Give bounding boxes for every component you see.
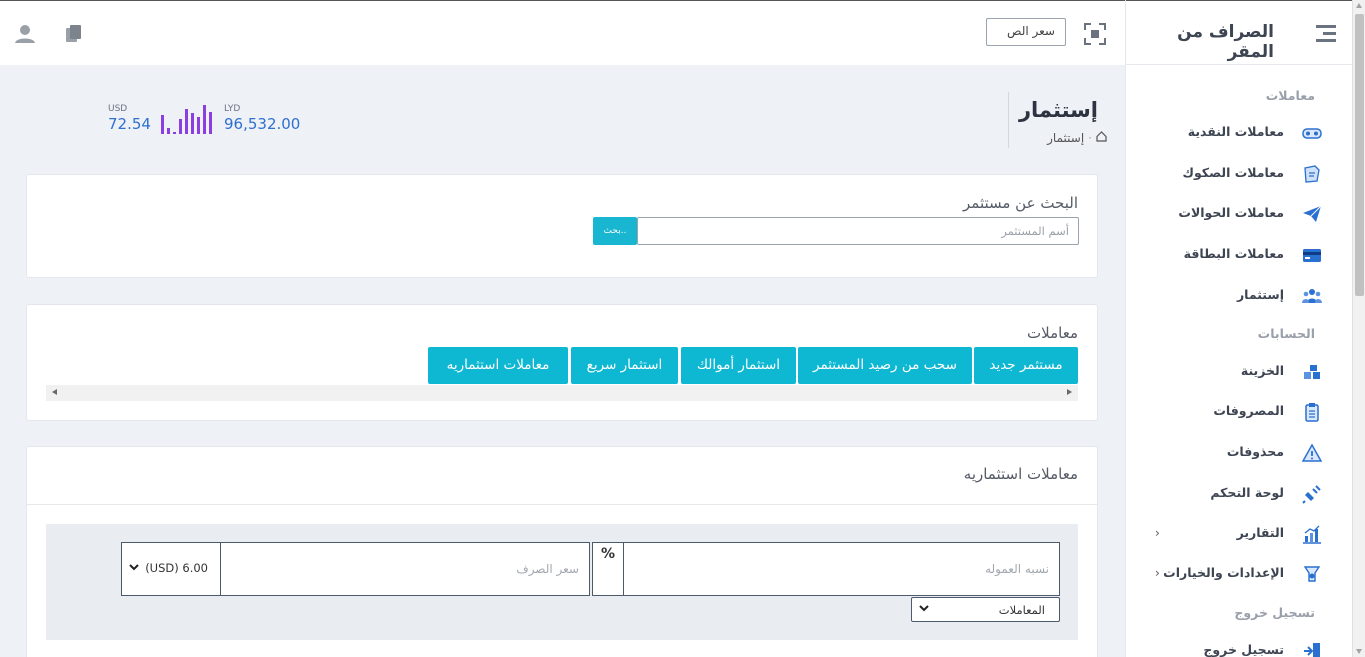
lyd-label: LYD bbox=[224, 104, 241, 114]
breadcrumb: · إستثمار bbox=[1047, 131, 1107, 145]
sidebar-item-treasury[interactable]: الخزينة bbox=[1125, 360, 1352, 384]
card-icon bbox=[1302, 245, 1322, 265]
fullscreen-icon[interactable] bbox=[1083, 22, 1107, 46]
investment-card-title: معاملات استثماريه bbox=[963, 465, 1078, 483]
section-transactions: معاملات bbox=[1265, 88, 1315, 103]
exchange-rate-input[interactable]: سعر الصرف bbox=[220, 542, 590, 596]
menu-icon[interactable] bbox=[1316, 24, 1336, 42]
top-bar: سعر الص bbox=[0, 0, 1125, 65]
cheque-icon bbox=[1302, 164, 1322, 184]
sparkline-bars bbox=[161, 105, 212, 134]
stat-usd: USD 72.54 bbox=[108, 104, 151, 133]
page-title: إستثمار bbox=[1018, 98, 1098, 122]
sidebar-item-reports[interactable]: التقارير ‹ bbox=[1125, 522, 1352, 546]
section-logout: تسجيل خروج bbox=[1234, 605, 1315, 620]
people-icon bbox=[1302, 286, 1322, 306]
app-title: الصراف من المقر bbox=[1177, 22, 1274, 62]
transaction-type-select[interactable]: المعاملات bbox=[911, 597, 1060, 622]
transaction-type-value: المعاملات bbox=[998, 603, 1045, 617]
spark-bar bbox=[167, 128, 170, 134]
usd-value: 72.54 bbox=[108, 115, 151, 133]
home-icon[interactable] bbox=[1096, 131, 1107, 145]
chevron-down-icon bbox=[128, 561, 140, 576]
commission-input[interactable]: نسبه العموله bbox=[623, 542, 1060, 596]
transactions-card: معاملات مستثمر جديد سحب من رصيد المستثمر… bbox=[26, 304, 1098, 421]
chevron-left-icon: ‹ bbox=[1155, 526, 1160, 540]
horizontal-scrollbar[interactable] bbox=[46, 385, 1078, 401]
quick-invest-button[interactable]: استثمار سريع bbox=[571, 347, 678, 384]
investment-card: معاملات استثماريه نسبه العموله % سعر الص… bbox=[26, 446, 1098, 657]
lyd-value: 96,532.00 bbox=[224, 115, 301, 133]
exchange-rate-box[interactable]: سعر الص bbox=[986, 18, 1066, 46]
cash-icon bbox=[1302, 123, 1322, 143]
send-icon bbox=[1302, 204, 1322, 224]
scroll-up-icon[interactable] bbox=[1356, 3, 1362, 8]
warning-icon bbox=[1301, 443, 1323, 463]
sidebar-item-deleted[interactable]: محذوفات bbox=[1125, 441, 1352, 465]
invest-funds-button[interactable]: استثمار أموالك bbox=[681, 347, 796, 384]
spark-bar bbox=[185, 109, 188, 134]
search-button[interactable]: بحث.. bbox=[593, 217, 637, 245]
copy-icon[interactable] bbox=[63, 23, 85, 45]
chart-icon bbox=[1302, 524, 1322, 544]
investment-card-header: معاملات استثماريه bbox=[27, 447, 1097, 505]
investor-search-input[interactable]: أسم المستثمر bbox=[637, 217, 1079, 245]
sidebar-item-expenses[interactable]: المصروفات bbox=[1125, 400, 1352, 424]
logout-icon bbox=[1302, 641, 1322, 657]
scrollbar-thumb[interactable] bbox=[1355, 14, 1364, 296]
spark-bar bbox=[173, 132, 176, 134]
sidebar-item-investment[interactable]: إستثمار bbox=[1125, 284, 1352, 308]
investment-form: نسبه العموله % سعر الصرف (USD) 6.00 المع… bbox=[46, 524, 1078, 640]
sidebar-item-cash[interactable]: معاملات النقدية bbox=[1125, 121, 1352, 145]
scroll-right-icon[interactable] bbox=[1067, 389, 1072, 395]
percent-addon: % bbox=[592, 542, 624, 596]
sidebar: الصراف من المقر معاملات معاملات النقدية … bbox=[1125, 0, 1352, 657]
sidebar-item-cheques[interactable]: معاملات الصكوك bbox=[1125, 162, 1352, 186]
new-investor-button[interactable]: مستثمر جديد bbox=[974, 347, 1078, 384]
section-accounts: الحسابات bbox=[1257, 326, 1315, 341]
withdraw-balance-button[interactable]: سحب من رصيد المستثمر bbox=[798, 347, 972, 384]
transactions-card-label: معاملات bbox=[1027, 324, 1078, 342]
chevron-left-icon: ‹ bbox=[1155, 566, 1160, 580]
spark-bar bbox=[203, 105, 206, 134]
vertical-scrollbar[interactable] bbox=[1352, 0, 1365, 657]
spark-bar bbox=[209, 112, 212, 134]
settings-icon bbox=[1302, 564, 1322, 584]
usd-label: USD bbox=[108, 104, 128, 114]
spark-bar bbox=[191, 113, 194, 134]
search-card: البحث عن مستثمر أسم المستثمر بحث.. bbox=[26, 174, 1098, 278]
spark-bar bbox=[161, 115, 164, 134]
currency-value: (USD) 6.00 bbox=[145, 561, 208, 575]
search-card-label: البحث عن مستثمر bbox=[963, 194, 1078, 212]
plug-icon bbox=[1302, 484, 1322, 504]
stat-lyd: LYD 96,532.00 bbox=[224, 104, 300, 133]
clipboard-icon bbox=[1302, 402, 1322, 422]
sidebar-item-logout[interactable]: تسجيل خروج bbox=[1125, 639, 1352, 657]
user-icon[interactable] bbox=[14, 23, 36, 45]
currency-select[interactable]: (USD) 6.00 bbox=[121, 542, 221, 596]
scroll-left-icon[interactable] bbox=[52, 389, 57, 395]
sidebar-header: الصراف من المقر bbox=[1126, 0, 1352, 65]
sidebar-item-settings[interactable]: الإعدادات والخيارات ‹ bbox=[1125, 562, 1352, 586]
investment-transactions-button[interactable]: معاملات استثماريه bbox=[428, 347, 568, 384]
sidebar-item-card[interactable]: معاملات البطاقة bbox=[1125, 243, 1352, 267]
spark-bar bbox=[197, 117, 200, 134]
title-divider bbox=[1008, 92, 1009, 148]
spark-bar bbox=[179, 119, 182, 134]
sidebar-item-dashboard[interactable]: لوحة التحكم bbox=[1125, 482, 1352, 506]
breadcrumb-current: إستثمار bbox=[1047, 131, 1085, 145]
chevron-down-icon bbox=[918, 602, 930, 617]
safe-icon bbox=[1302, 362, 1322, 382]
sidebar-item-transfers[interactable]: معاملات الحوالات bbox=[1125, 202, 1352, 226]
scroll-down-icon[interactable] bbox=[1356, 649, 1362, 654]
